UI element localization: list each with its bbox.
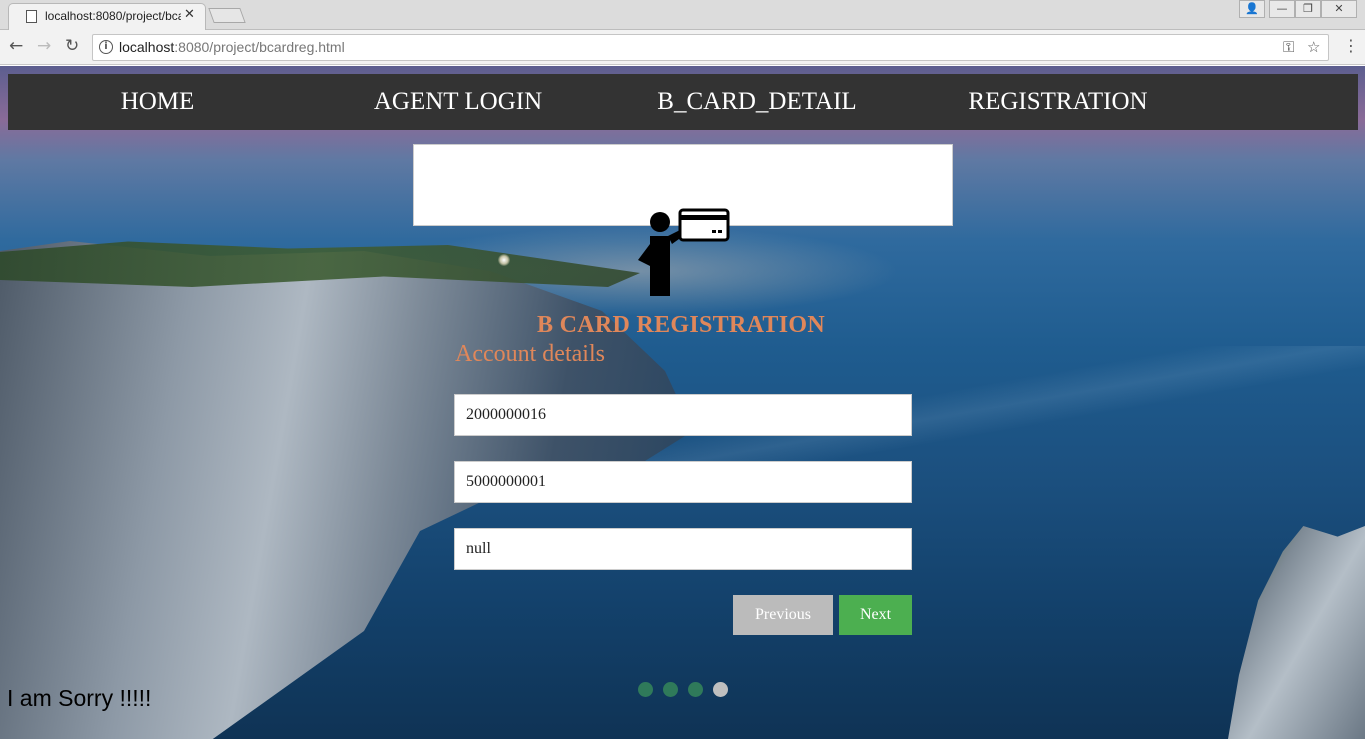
background-cliff-right <box>1228 526 1365 739</box>
step-indicator <box>663 682 678 697</box>
status-message: I am Sorry !!!!! <box>7 685 152 711</box>
star-icon[interactable]: ☆ <box>1307 38 1320 56</box>
top-navbar: HOME AGENT LOGIN B_CARD_DETAIL REGISTRAT… <box>8 74 1358 130</box>
browser-tab-strip: localhost:8080/project/bcardreg.html ✕ 👤… <box>0 0 1365 30</box>
agent-card-icon <box>638 208 730 296</box>
url-text[interactable]: localhost:8080/project/bcardreg.html <box>119 39 345 55</box>
nav-agent-login[interactable]: AGENT LOGIN <box>363 74 553 130</box>
nav-b-card-detail[interactable]: B_CARD_DETAIL <box>648 74 866 130</box>
third-detail-field[interactable] <box>454 528 912 570</box>
step-indicator-current <box>713 682 728 697</box>
next-button[interactable]: Next <box>839 595 912 635</box>
profile-icon[interactable]: 👤 <box>1239 0 1265 18</box>
step-indicator <box>688 682 703 697</box>
reload-icon[interactable]: ↻ <box>65 36 79 56</box>
nav-registration[interactable]: REGISTRATION <box>958 74 1158 130</box>
tab-title: localhost:8080/project/bcardreg.html <box>45 9 181 23</box>
minimize-button[interactable]: — <box>1269 0 1295 18</box>
forward-icon[interactable]: → <box>37 36 51 56</box>
browser-toolbar: ← → ↻ i localhost:8080/project/bcardreg.… <box>0 30 1365 65</box>
card-number-field[interactable] <box>454 461 912 503</box>
new-tab-button[interactable] <box>208 8 246 23</box>
close-window-button[interactable]: ✕ <box>1321 0 1357 18</box>
document-icon <box>26 10 37 23</box>
lighthouse-light <box>498 254 510 266</box>
previous-button[interactable]: Previous <box>733 595 833 635</box>
menu-icon[interactable]: ⋮ <box>1343 36 1359 55</box>
step-indicator <box>638 682 653 697</box>
address-bar[interactable]: i localhost:8080/project/bcardreg.html ⚿… <box>92 34 1329 61</box>
restore-button[interactable]: ❐ <box>1295 0 1321 18</box>
page-viewport: HOME AGENT LOGIN B_CARD_DETAIL REGISTRAT… <box>0 66 1365 739</box>
browser-tab[interactable]: localhost:8080/project/bcardreg.html ✕ <box>8 3 206 30</box>
account-number-field[interactable] <box>454 394 912 436</box>
key-icon[interactable]: ⚿ <box>1283 38 1294 56</box>
back-icon[interactable]: ← <box>9 36 23 56</box>
nav-home[interactable]: HOME <box>80 74 235 130</box>
section-title: Account details <box>455 341 605 367</box>
form-title: B CARD REGISTRATION <box>537 312 825 338</box>
close-icon[interactable]: ✕ <box>184 7 195 22</box>
info-icon[interactable]: i <box>99 40 113 54</box>
